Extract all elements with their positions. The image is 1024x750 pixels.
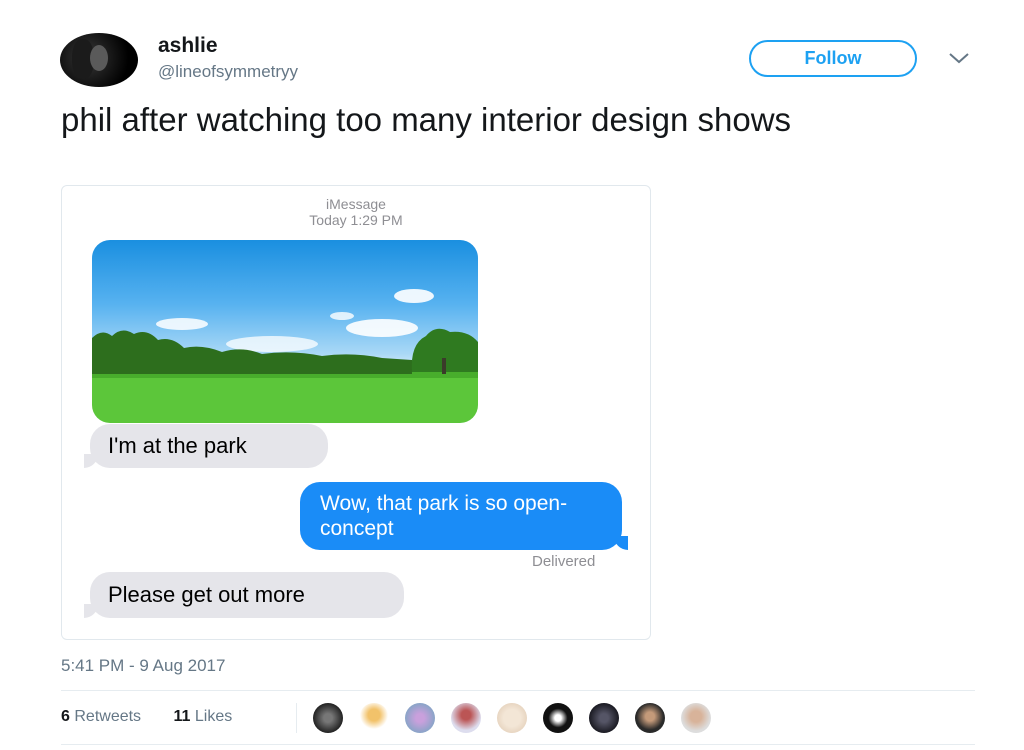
liker-avatar[interactable] xyxy=(359,703,389,733)
divider xyxy=(61,690,975,691)
liker-avatar[interactable] xyxy=(681,703,711,733)
message-bubble-incoming: I'm at the park xyxy=(90,424,328,468)
stats-separator xyxy=(296,703,297,733)
profile-avatar[interactable] xyxy=(60,33,138,87)
imessage-label: iMessage xyxy=(326,196,386,212)
delivered-status: Delivered xyxy=(532,553,596,570)
liker-avatar[interactable] xyxy=(635,703,665,733)
message-bubble-outgoing: Wow, that park is so open-concept xyxy=(300,482,622,550)
message-bubble-incoming: Please get out more xyxy=(90,572,404,618)
chevron-down-icon[interactable] xyxy=(947,50,971,66)
follow-button[interactable]: Follow xyxy=(749,40,917,77)
liker-avatar[interactable] xyxy=(451,703,481,733)
bubble-tail xyxy=(84,604,98,618)
retweets-count: 6 xyxy=(61,708,70,725)
tweet-media-image[interactable]: iMessage Today 1:29 PM I'm at the park W… xyxy=(61,185,651,640)
engagement-stats: 6 Retweets 11 Likes xyxy=(61,708,260,726)
park-photo xyxy=(92,240,478,423)
bubble-tail xyxy=(614,536,628,550)
divider xyxy=(61,744,975,745)
likes-stat[interactable]: 11 Likes xyxy=(174,708,247,725)
display-name[interactable]: ashlie xyxy=(158,34,218,58)
liker-avatar[interactable] xyxy=(543,703,573,733)
tweet-timestamp[interactable]: 5:41 PM - 9 Aug 2017 xyxy=(61,656,225,676)
liker-avatar[interactable] xyxy=(589,703,619,733)
tweet-text: phil after watching too many interior de… xyxy=(61,101,792,138)
imessage-time: Today 1:29 PM xyxy=(309,212,403,228)
liker-avatar[interactable] xyxy=(497,703,527,733)
likes-count: 11 xyxy=(173,708,191,725)
retweets-label: Retweets xyxy=(74,708,142,725)
likes-label: Likes xyxy=(194,708,233,725)
liker-avatar[interactable] xyxy=(313,703,343,733)
bubble-tail xyxy=(84,454,98,468)
liker-avatar[interactable] xyxy=(405,703,435,733)
avatar-face xyxy=(90,45,108,71)
user-handle[interactable]: @lineofsymmetryy xyxy=(158,62,298,82)
retweets-stat[interactable]: 6 Retweets xyxy=(61,708,155,725)
